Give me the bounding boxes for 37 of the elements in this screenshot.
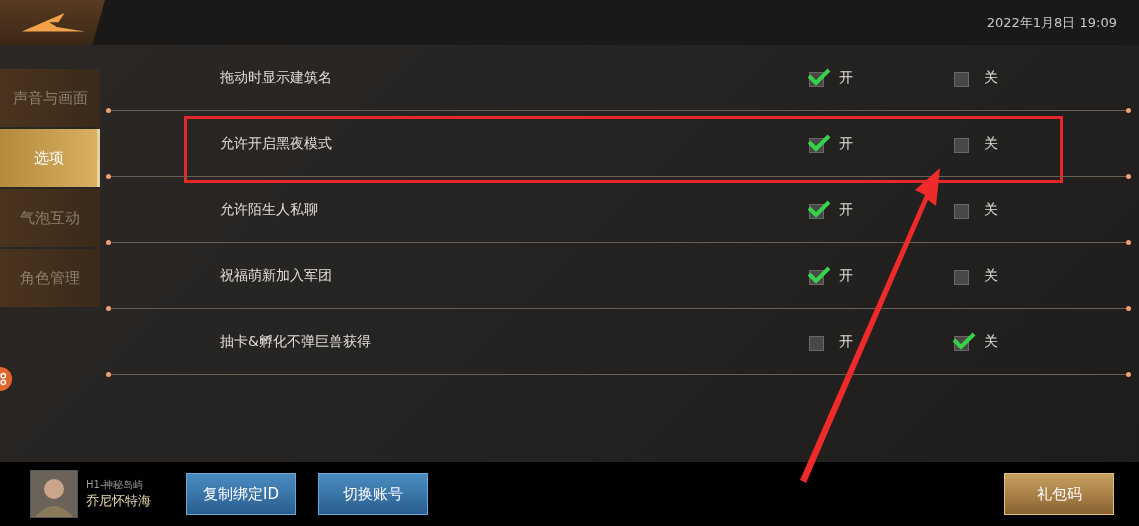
- option-label: 抽卡&孵化不弹巨兽获得: [219, 333, 372, 351]
- off-label: 关: [984, 333, 998, 351]
- player-name: 乔尼怀特海: [86, 492, 152, 510]
- sidebar-tab[interactable]: 选项: [0, 129, 100, 187]
- on-label: 开: [839, 267, 853, 285]
- check-icon: [952, 331, 976, 350]
- footer-button[interactable]: 切换账号: [318, 473, 428, 515]
- footer-button[interactable]: 礼包码: [1004, 473, 1114, 515]
- off-label: 关: [984, 69, 998, 87]
- back-button[interactable]: [0, 0, 105, 45]
- sidebar-tab[interactable]: 气泡互动: [0, 189, 100, 247]
- off-checkbox[interactable]: [952, 331, 976, 353]
- sidebar-tab[interactable]: 角色管理: [0, 249, 100, 307]
- on-label: 开: [839, 69, 853, 87]
- option-label: 祝福萌新加入军团: [219, 267, 333, 285]
- on-checkbox[interactable]: [807, 199, 831, 221]
- off-label: 关: [984, 267, 998, 285]
- off-label: 关: [984, 201, 998, 219]
- on-checkbox[interactable]: [807, 67, 831, 89]
- off-label: 关: [984, 135, 998, 153]
- option-label: 允许陌生人私聊: [219, 201, 319, 219]
- check-icon: [807, 67, 831, 86]
- on-label: 开: [839, 333, 853, 351]
- on-label: 开: [839, 201, 853, 219]
- sidebar-tab[interactable]: 声音与画面: [0, 69, 100, 127]
- check-icon: [807, 199, 831, 218]
- check-icon: [807, 133, 831, 152]
- option-label: 允许开启黑夜模式: [219, 135, 333, 153]
- on-checkbox[interactable]: [807, 265, 831, 287]
- on-checkbox[interactable]: [807, 133, 831, 155]
- server-name: H1-神秘岛屿: [86, 478, 145, 492]
- date-time: 2022年1月8日 19:09: [986, 13, 1117, 32]
- avatar: [30, 470, 78, 518]
- check-icon: [807, 265, 831, 284]
- footer-button[interactable]: 复制绑定ID: [186, 473, 296, 515]
- option-label: 拖动时显示建筑名: [219, 69, 333, 87]
- on-label: 开: [839, 135, 853, 153]
